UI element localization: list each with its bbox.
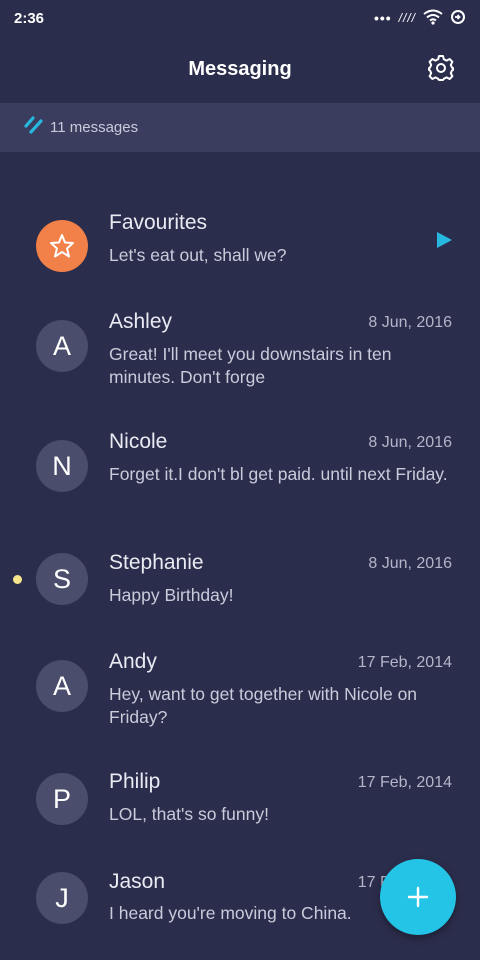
new-message-button[interactable] <box>380 859 456 935</box>
settings-button[interactable] <box>426 53 456 83</box>
contact-name: Andy <box>109 650 157 673</box>
sync-icon <box>450 9 466 28</box>
message-date: 8 Jun, 2016 <box>368 314 452 331</box>
message-date: 17 Feb, 2014 <box>357 654 452 671</box>
avatar <box>36 220 88 272</box>
conversation-row[interactable]: A Andy 17 Feb, 2014 Hey, want to get tog… <box>0 630 480 740</box>
app-bar: Messaging <box>0 36 480 102</box>
conversation-row-favourites[interactable]: Favourites Let's eat out, shall we? <box>0 190 480 300</box>
conversation-row[interactable]: A Ashley 8 Jun, 2016 Great! I'll meet yo… <box>0 290 480 400</box>
contact-name: Nicole <box>109 430 168 453</box>
unread-indicator <box>13 575 22 584</box>
messages-logo-icon <box>24 116 44 139</box>
avatar: N <box>36 440 88 492</box>
contact-name: Philip <box>109 770 161 793</box>
star-icon <box>50 234 74 258</box>
message-date: 17 Feb, 2014 <box>357 774 452 791</box>
message-preview: Great! I'll meet you downstairs in ten m… <box>109 344 392 387</box>
message-preview: Happy Birthday! <box>109 585 234 605</box>
more-dots: ••• <box>373 10 392 26</box>
avatar: A <box>36 320 88 372</box>
conversation-row[interactable]: S Stephanie 8 Jun, 2016 Happy Birthday! <box>0 530 480 640</box>
contact-name: Jason <box>109 870 166 893</box>
message-count-bar: 11 messages <box>0 103 480 152</box>
status-bar: 2:36 ••• //// <box>0 0 480 36</box>
avatar: A <box>36 660 88 712</box>
message-preview: Forget it.I don't bl get paid. until nex… <box>109 464 448 484</box>
conversation-row[interactable]: P Philip 17 Feb, 2014 LOL, that's so fun… <box>0 750 480 860</box>
plus-icon <box>407 886 429 908</box>
signal-icon: //// <box>398 11 416 25</box>
contact-name: Favourites <box>109 211 208 234</box>
avatar: J <box>36 872 88 924</box>
message-preview: Hey, want to get together with Nicole on… <box>109 684 418 727</box>
status-icons: ••• //// <box>374 9 466 28</box>
message-date: 8 Jun, 2016 <box>368 434 452 451</box>
avatar: P <box>36 773 88 825</box>
message-date: 8 Jun, 2016 <box>368 555 452 572</box>
status-time: 2:36 <box>14 9 45 27</box>
contact-name: Ashley <box>109 310 173 333</box>
gear-icon <box>428 55 454 81</box>
message-preview: Let's eat out, shall we? <box>109 245 287 265</box>
wifi-icon <box>423 9 443 28</box>
message-preview: LOL, that's so funny! <box>109 804 269 824</box>
page-title: Messaging <box>188 57 292 80</box>
avatar: S <box>36 553 88 605</box>
contact-name: Stephanie <box>109 551 204 574</box>
message-count: 11 messages <box>50 119 139 136</box>
conversation-row[interactable]: N Nicole 8 Jun, 2016 Forget it.I don't b… <box>0 410 480 520</box>
